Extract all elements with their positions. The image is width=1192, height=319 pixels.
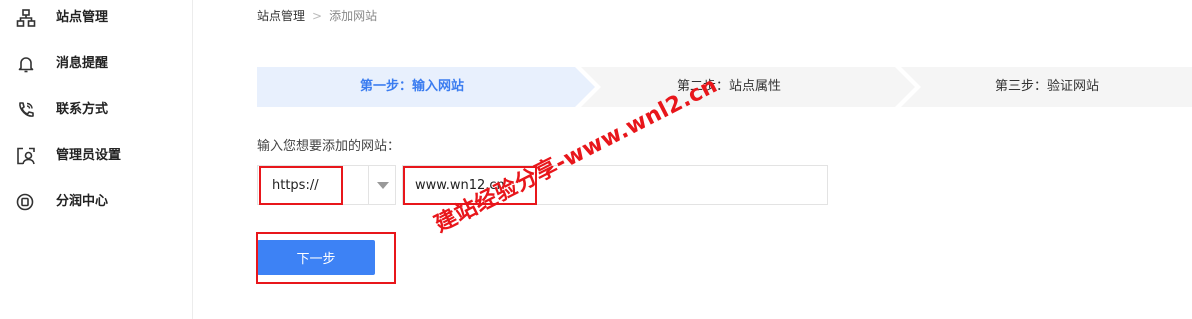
- breadcrumb-home[interactable]: 站点管理: [257, 9, 305, 23]
- breadcrumb-current: 添加网站: [329, 9, 378, 23]
- coin-icon: [16, 193, 34, 211]
- sidebar-item-profit-center[interactable]: 分润中心: [0, 184, 192, 220]
- sidebar-item-notifications[interactable]: 消息提醒: [0, 46, 192, 82]
- site-input-label: 输入您想要添加的网站：: [257, 139, 401, 154]
- site-url-input[interactable]: [402, 165, 828, 205]
- step-progress: 第一步：输入网站 第二步：站点属性 第三步：验证网站: [257, 67, 1192, 107]
- sidebar-item-label: 站点管理: [56, 10, 109, 25]
- sidebar-item-label: 消息提醒: [56, 56, 109, 71]
- sidebar-item-site-management[interactable]: 站点管理: [0, 0, 192, 36]
- sidebar-item-label: 分润中心: [56, 194, 109, 209]
- select-divider: [368, 166, 369, 204]
- phone-icon: [19, 102, 34, 117]
- sidebar-item-label: 管理员设置: [56, 148, 122, 163]
- sidebar-item-admin-settings[interactable]: 管理员设置: [0, 138, 192, 174]
- caret-down-icon[interactable]: [377, 182, 389, 189]
- breadcrumb: 站点管理 > 添加网站: [257, 8, 377, 24]
- next-step-button[interactable]: 下一步: [257, 240, 375, 275]
- sitemap-icon: [16, 9, 36, 27]
- bell-icon: [18, 57, 34, 73]
- sidebar-item-label: 联系方式: [56, 102, 109, 117]
- admin-user-icon: [17, 147, 35, 165]
- protocol-value: https://: [272, 178, 319, 193]
- breadcrumb-separator: >: [312, 9, 323, 23]
- step-2-label: 第二步：站点属性: [677, 79, 782, 94]
- sidebar: 站点管理 消息提醒 联系方式 管理员设置 分润中心: [0, 0, 193, 319]
- sidebar-item-contact[interactable]: 联系方式: [0, 92, 192, 128]
- step-1-label: 第一步：输入网站: [360, 79, 465, 94]
- step-3-label: 第三步：验证网站: [995, 79, 1100, 94]
- protocol-select[interactable]: https://: [257, 165, 396, 205]
